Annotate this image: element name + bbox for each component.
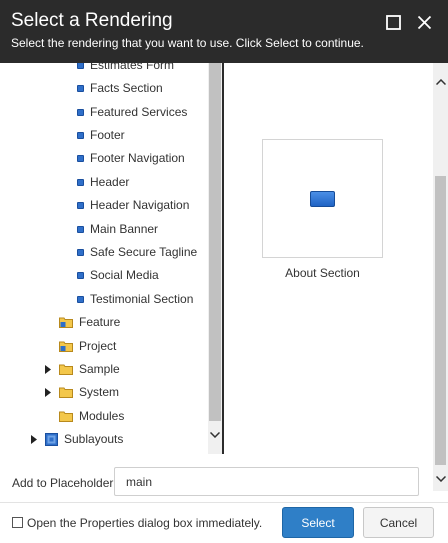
tree-folder-label: Modules — [79, 409, 125, 423]
project-folder-icon — [59, 341, 73, 352]
tree-item-label: Featured Services — [90, 105, 188, 119]
chevron-down-icon — [435, 476, 446, 482]
tree-item[interactable]: Footer Navigation — [77, 147, 185, 169]
tree-item-label: Facts Section — [90, 81, 163, 95]
folder-icon — [59, 411, 73, 422]
tree-item[interactable]: Footer — [77, 124, 125, 146]
expand-sample-arrow[interactable] — [44, 364, 52, 374]
tree-folder-label: Project — [79, 339, 117, 353]
tree-item-label: Main Banner — [90, 222, 159, 236]
sublayouts-icon — [45, 432, 58, 446]
tree-folder[interactable]: Sample — [59, 358, 120, 380]
chevron-down-icon — [210, 432, 220, 438]
tree-item[interactable]: Featured Services — [77, 101, 187, 123]
close-icon — [417, 15, 431, 29]
select-rendering-dialog: Select a Rendering Select the rendering … — [0, 0, 448, 543]
tree-item-label: Header — [90, 175, 130, 189]
tree-folder[interactable]: System — [59, 381, 119, 403]
tree-item[interactable]: Testimonial Section — [77, 288, 193, 310]
tree-item[interactable]: Estimates Form — [77, 63, 174, 76]
open-properties-checkbox[interactable] — [12, 517, 23, 528]
tree-item[interactable]: Header — [77, 171, 129, 193]
rendering-icon — [77, 248, 84, 256]
placeholder-label: Add to Placeholder: — [12, 476, 117, 490]
rendering-icon — [77, 63, 84, 69]
rendering-icon — [77, 154, 84, 162]
maximize-icon — [385, 14, 401, 30]
tree-item[interactable]: Facts Section — [77, 77, 163, 99]
rendering-tree: Estimates Form Facts Section Featured Se… — [0, 63, 222, 454]
rendering-icon — [77, 108, 84, 116]
tree-folder[interactable]: Sublayouts — [45, 428, 123, 450]
rendering-icon — [77, 225, 84, 233]
feature-folder-icon — [59, 317, 73, 328]
rendering-icon — [77, 271, 84, 279]
rendering-icon — [77, 295, 84, 303]
cancel-button[interactable]: Cancel — [363, 507, 434, 538]
tree-folder[interactable]: Feature — [59, 311, 120, 333]
folder-icon — [59, 387, 73, 398]
dialog-header: Select a Rendering Select the rendering … — [0, 0, 448, 63]
tree-item[interactable]: Main Banner — [77, 218, 158, 240]
tree-folder-label: Sample — [79, 362, 120, 376]
rendering-icon — [310, 191, 335, 207]
chevron-right-icon — [45, 364, 51, 374]
maximize-button[interactable] — [382, 11, 404, 33]
tree-folder-label: Sublayouts — [64, 432, 124, 446]
rendering-tile-caption: About Section — [285, 266, 360, 280]
tree-item-label: Footer Navigation — [90, 151, 185, 165]
rendering-icon — [77, 84, 84, 92]
rendering-icon — [77, 178, 84, 186]
tree-item[interactable]: Social Media — [77, 264, 159, 286]
tree-folder[interactable]: Project — [59, 335, 116, 357]
dialog-title: Select a Rendering — [11, 10, 173, 31]
tree-item-label: Social Media — [90, 268, 159, 282]
tree-folder-label: Feature — [79, 315, 121, 329]
chevron-up-icon — [435, 79, 446, 85]
tree-item-label: Testimonial Section — [90, 292, 194, 306]
select-button[interactable]: Select — [282, 507, 354, 538]
tree-item-label: Estimates Form — [90, 63, 175, 72]
rendering-preview-panel: About Section — [224, 63, 433, 454]
tree-scrollbar-thumb[interactable] — [209, 63, 221, 421]
close-button[interactable] — [413, 11, 435, 33]
placeholder-input[interactable] — [114, 467, 419, 496]
tree-folder-label: System — [79, 385, 120, 399]
chevron-right-icon — [45, 387, 51, 397]
folder-icon — [59, 364, 73, 375]
scroll-down-button[interactable] — [433, 472, 448, 486]
tree-item[interactable]: Header Navigation — [77, 194, 189, 216]
tree-item[interactable]: Safe Secure Tagline — [77, 241, 197, 263]
tree-item-label: Footer — [90, 128, 125, 142]
rendering-tile[interactable] — [262, 139, 383, 258]
dialog-subtitle: Select the rendering that you want to us… — [11, 36, 364, 50]
tree-item-label: Header Navigation — [90, 198, 190, 212]
rendering-icon — [77, 131, 84, 139]
tree-item-label: Safe Secure Tagline — [90, 245, 198, 259]
open-properties-checkbox-label[interactable]: Open the Properties dialog box immediate… — [27, 516, 262, 530]
expand-system-arrow[interactable] — [44, 387, 52, 397]
tree-scroll-down-button[interactable] — [208, 428, 222, 442]
preview-scrollbar[interactable] — [433, 63, 448, 491]
footer-divider — [0, 502, 448, 503]
chevron-right-icon — [31, 434, 37, 444]
scroll-up-button[interactable] — [433, 75, 448, 89]
rendering-icon — [77, 201, 84, 209]
tree-folder[interactable]: Modules — [59, 405, 124, 427]
expand-sublayouts-arrow[interactable] — [30, 434, 38, 444]
preview-scrollbar-thumb[interactable] — [435, 176, 446, 465]
tree-scrollbar[interactable] — [208, 63, 222, 454]
